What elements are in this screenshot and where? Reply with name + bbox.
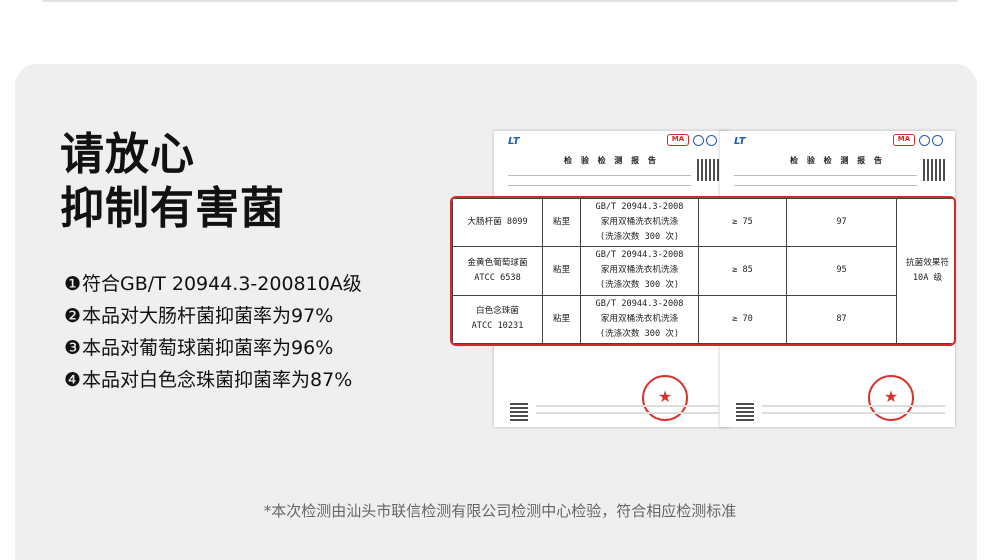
qr-code-icon	[923, 159, 945, 181]
requirement-cell: ≥ 75	[698, 198, 787, 248]
cert-badge-icon	[919, 135, 930, 146]
feature-item: ❸本品对葡萄球菌抑菌率为96%	[64, 332, 362, 364]
result-cell: 95	[786, 246, 897, 296]
top-divider	[42, 0, 958, 2]
cert-badge-icon	[932, 135, 943, 146]
feature-text: 本品对白色念珠菌抑菌率为87%	[82, 369, 353, 391]
headline-line-1: 请放心	[60, 129, 195, 180]
headline-line-2: 抑制有害菌	[60, 183, 285, 234]
report-title: 检 验 检 测 报 告	[564, 156, 659, 165]
qr-code-icon	[736, 403, 754, 421]
method-cell: 粘里	[542, 198, 581, 248]
standard-cell: GB/T 20944.3-2008 家用双桶洗衣机洗涤 (洗涤次数 300 次)	[580, 246, 699, 296]
feature-text: 本品对大肠杆菌抑菌率为97%	[82, 305, 334, 327]
footer-line	[536, 412, 719, 414]
bacteria-cell: 白色念珠菌 ATCC 10231	[452, 294, 543, 344]
number-badge-icon: ❸	[64, 337, 82, 359]
footnote: *本次检测由汕头市联信检测有限公司检测中心检验，符合相应检测标准	[263, 502, 737, 520]
bacteria-cell: 金黄色葡萄球菌 ATCC 6538	[452, 246, 543, 296]
results-table: 大肠杆菌 8099 粘里 GB/T 20944.3-2008 家用双桶洗衣机洗涤(…	[452, 198, 955, 344]
feature-list: ❶符合GB/T 20944.3-200810A级 ❷本品对大肠杆菌抑菌率为97%…	[64, 268, 362, 396]
number-badge-icon: ❷	[64, 305, 82, 327]
bacteria-cell: 大肠杆菌 8099	[452, 198, 543, 248]
table-row: 大肠杆菌 8099 粘里 GB/T 20944.3-2008 家用双桶洗衣机洗涤(…	[452, 198, 954, 344]
feature-text: 符合GB/T 20944.3-200810A级	[82, 273, 362, 295]
meta-line	[508, 185, 691, 186]
official-stamp: ★	[642, 375, 688, 421]
table-row: 白色念珠菌 ATCC 10231 粘里 GB/T 20944.3-2008 家用双桶…	[452, 294, 955, 344]
meta-line	[734, 185, 917, 186]
requirement-cell: ≥ 70	[698, 294, 787, 344]
feature-text: 本品对葡萄球菌抑菌率为96%	[82, 337, 334, 359]
official-stamp: ★	[868, 375, 914, 421]
qr-code-icon	[510, 403, 528, 421]
qr-code-icon	[697, 159, 719, 181]
star-icon: ★	[657, 387, 673, 406]
cert-badge-icon	[693, 135, 704, 146]
method-cell: 粘里	[542, 294, 581, 344]
method-cell: 粘里	[542, 246, 581, 296]
footer-line	[536, 405, 719, 407]
result-cell: 97	[786, 198, 897, 248]
result-cell: 87	[786, 294, 897, 344]
table-row: 金黄色葡萄球菌 ATCC 6538 粘里 GB/T 20944.3-2008 家用双…	[452, 246, 955, 296]
headline: 请放心 抑制有害菌	[60, 128, 285, 236]
report-title: 检 验 检 测 报 告	[790, 156, 885, 165]
requirement-cell: ≥ 85	[698, 246, 787, 296]
feature-item: ❶符合GB/T 20944.3-200810A级	[64, 268, 362, 300]
standard-cell: GB/T 20944.3-2008 家用双桶洗衣机洗涤 (洗涤次数 300 次)	[580, 294, 699, 344]
standard-cell: GB/T 20944.3-2008 家用双桶洗衣机洗涤 (洗涤次数 300 次)	[580, 198, 699, 248]
results-table-highlight: 大肠杆菌 8099 粘里 GB/T 20944.3-2008 家用双桶洗衣机洗涤(…	[450, 196, 956, 346]
conclusion-cell: 抗菌效果符 10A 级	[896, 198, 954, 344]
lab-logo: LT	[734, 136, 746, 147]
footer-line	[762, 412, 945, 414]
number-badge-icon: ❶	[64, 273, 82, 295]
number-badge-icon: ❹	[64, 369, 82, 391]
lab-logo: LT	[508, 136, 520, 147]
footer-line	[762, 405, 945, 407]
star-icon: ★	[883, 387, 899, 406]
cert-badge-icon	[706, 135, 717, 146]
feature-item: ❹本品对白色念珠菌抑菌率为87%	[64, 364, 362, 396]
cma-mark: MA	[667, 134, 689, 146]
feature-item: ❷本品对大肠杆菌抑菌率为97%	[64, 300, 362, 332]
meta-line	[734, 175, 917, 176]
meta-line	[508, 175, 691, 176]
cma-mark: MA	[893, 134, 915, 146]
